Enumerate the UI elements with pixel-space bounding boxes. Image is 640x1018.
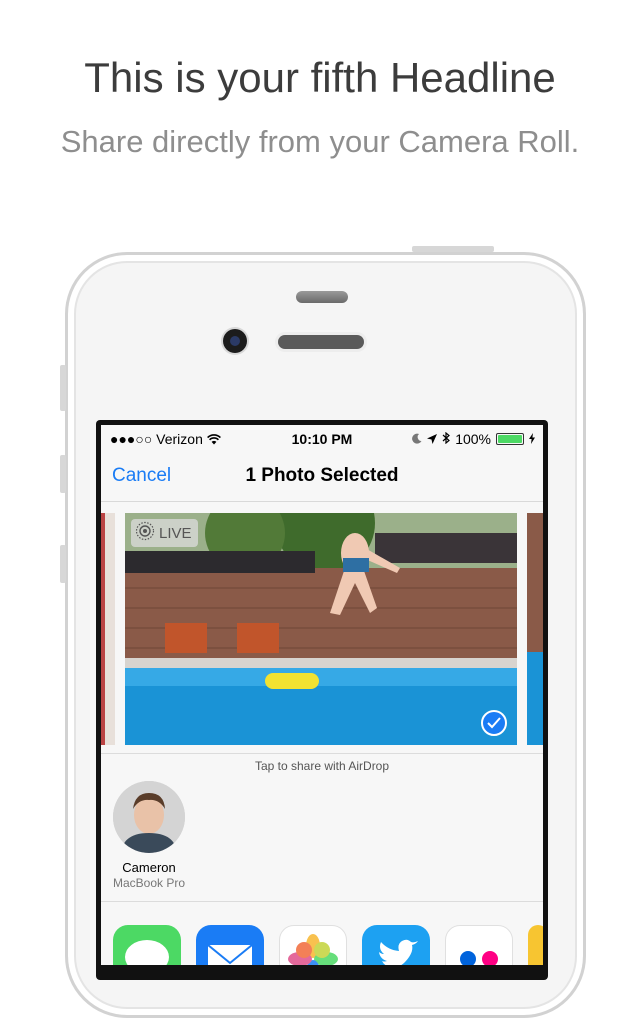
subheadline: Share directly from your Camera Roll. [60,124,580,159]
messages-app-button[interactable] [113,925,181,965]
twitter-icon [379,939,418,965]
status-bar: ●●●○○ Verizon 10:10 PM 100% [101,425,543,453]
volume-down-button [60,545,66,583]
battery-percent: 100% [455,431,491,447]
contact-device: MacBook Pro [112,876,186,890]
selected-checkmark-icon[interactable] [481,710,507,736]
messages-icon [125,940,169,965]
avatar [113,781,185,853]
flickr-app-button[interactable] [445,925,513,965]
front-camera [223,329,247,353]
share-navbar: Cancel 1 Photo Selected [101,453,543,502]
share-sheet-screen: ●●●○○ Verizon 10:10 PM 100% Cancel 1 Pho… [101,425,543,965]
twitter-app-button[interactable] [362,925,430,965]
photos-app-button[interactable] [279,925,347,965]
charging-bolt-icon [529,431,535,447]
bluetooth-icon [442,431,451,447]
photos-icon [288,934,338,965]
carousel-divider [101,753,543,754]
mute-switch [60,365,66,411]
next-photo-thumbnail[interactable] [527,513,543,745]
moon-icon [412,431,422,447]
contact-name: Cameron [122,860,176,875]
pool-photo-image [125,513,517,745]
share-title: 1 Photo Selected [245,465,399,486]
battery-icon [496,433,524,445]
airdrop-hint: Tap to share with AirDrop [254,759,390,773]
live-label: LIVE [159,524,192,542]
mail-icon [207,944,253,965]
live-photo-icon [135,521,155,545]
location-arrow-icon [427,431,438,447]
mail-app-button[interactable] [196,925,264,965]
power-button [412,246,494,252]
live-photo-badge: LIVE [131,519,198,547]
previous-photo-thumbnail[interactable] [101,513,115,745]
headline: This is your fifth Headline [84,54,556,101]
share-app-row [101,925,543,965]
earpiece-speaker [278,335,364,349]
proximity-sensor [296,291,348,303]
photo-carousel[interactable]: LIVE [101,513,543,745]
selected-photo[interactable]: LIVE [125,513,517,745]
volume-up-button [60,455,66,493]
airdrop-divider [101,901,543,902]
status-right: 100% [412,431,535,447]
flickr-icon [460,951,498,965]
airdrop-contact[interactable]: Cameron MacBook Pro [109,781,189,890]
more-apps-button[interactable] [528,925,543,965]
battery-fill [498,435,522,443]
